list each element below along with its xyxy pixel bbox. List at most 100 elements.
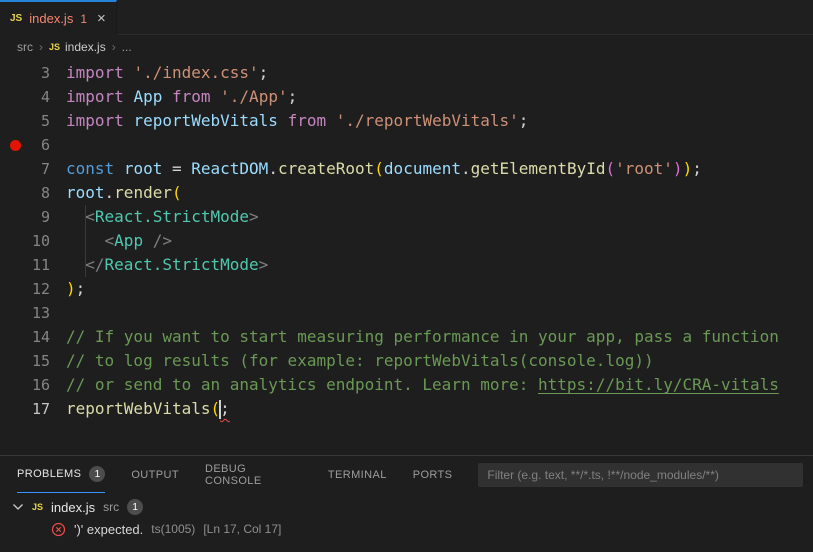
problem-source: ts(1005) (151, 522, 195, 536)
code-line-text: import './index.css'; (50, 61, 268, 85)
breakpoint-icon[interactable] (10, 140, 21, 151)
code-line: 13 (0, 301, 813, 325)
code-editor[interactable]: 2import ReactDOM from 'react-dom/client'… (0, 58, 813, 455)
code-token (143, 231, 153, 250)
line-number[interactable]: 11 (0, 253, 50, 277)
code-token: import (66, 87, 124, 106)
breadcrumb-item-src[interactable]: src (17, 40, 33, 54)
breadcrumb-file-label: index.js (65, 40, 106, 54)
code-token (162, 87, 172, 106)
line-number[interactable]: 6 (0, 133, 50, 157)
line-number[interactable]: 12 (0, 277, 50, 301)
line-number[interactable]: 16 (0, 373, 50, 397)
code-line-text: root.render( (50, 181, 182, 205)
code-line: 16// or send to an analytics endpoint. L… (0, 373, 813, 397)
line-number[interactable]: 3 (0, 61, 50, 85)
problems-file-path: src (103, 500, 119, 514)
problems-count-badge: 1 (89, 466, 105, 482)
code-token: root (124, 159, 163, 178)
line-number[interactable]: 15 (0, 349, 50, 373)
line-number[interactable]: 5 (0, 109, 50, 133)
code-line-text: // or send to an analytics endpoint. Lea… (50, 373, 779, 397)
code-token: ; (692, 159, 702, 178)
panel-tab-debug-console[interactable]: DEBUG CONSOLE (205, 456, 302, 493)
chevron-right-icon: › (112, 40, 116, 54)
code-token: // If you want to start measuring perfor… (66, 327, 779, 346)
code-token: ; (76, 279, 86, 298)
code-line-text: <App /> (50, 229, 172, 253)
line-number[interactable]: 7 (0, 157, 50, 181)
line-number[interactable]: 8 (0, 181, 50, 205)
tab-error-count-badge: 1 (80, 12, 87, 26)
code-token (114, 159, 124, 178)
code-token: < (105, 231, 115, 250)
javascript-icon: JS (49, 42, 60, 52)
chevron-down-icon[interactable] (12, 502, 24, 512)
panel-tab-ports[interactable]: PORTS (413, 456, 453, 493)
indent-guide (85, 229, 86, 253)
problems-filter-input[interactable] (478, 463, 803, 487)
code-line-text (50, 133, 66, 157)
code-token (124, 63, 134, 82)
indent-guide (85, 205, 86, 229)
code-token: . (268, 159, 278, 178)
line-number[interactable]: 13 (0, 301, 50, 325)
code-line: 17reportWebVitals(; (0, 397, 813, 421)
error-icon (51, 522, 66, 537)
code-token: > (259, 255, 269, 274)
code-token: React.StrictMode (95, 207, 249, 226)
panel-tab-label: TERMINAL (328, 469, 387, 481)
code-token: './index.css' (133, 63, 258, 82)
problems-file-row[interactable]: JSindex.jssrc1 (0, 496, 813, 518)
code-token: './reportWebVitals' (336, 111, 519, 130)
editor-content: 2import ReactDOM from 'react-dom/client'… (0, 58, 813, 421)
code-token: /> (153, 231, 172, 250)
code-token: > (249, 207, 259, 226)
panel-tab-output[interactable]: OUTPUT (131, 456, 179, 493)
line-number[interactable]: 4 (0, 85, 50, 109)
javascript-icon: JS (32, 502, 43, 512)
line-number[interactable]: 14 (0, 325, 50, 349)
problem-location: [Ln 17, Col 17] (203, 522, 281, 536)
panel-tab-label: PORTS (413, 469, 453, 481)
code-token: React.StrictMode (105, 255, 259, 274)
panel-tab-terminal[interactable]: TERMINAL (328, 456, 387, 493)
code-token: ; (259, 63, 269, 82)
code-token: reportWebVitals (133, 111, 278, 130)
code-line-text: const root = ReactDOM.createRoot(documen… (50, 157, 702, 181)
breadcrumb-item-file[interactable]: JS index.js (49, 40, 106, 54)
code-token: document (384, 159, 461, 178)
line-number[interactable]: 9 (0, 205, 50, 229)
code-token: from (288, 111, 327, 130)
code-token: ( (605, 159, 615, 178)
problem-item-row[interactable]: ')' expected.ts(1005)[Ln 17, Col 17] (0, 518, 813, 540)
code-token: from (172, 87, 211, 106)
javascript-icon: JS (10, 13, 22, 24)
code-token: ) (673, 159, 683, 178)
code-token: 'root' (615, 159, 673, 178)
line-number[interactable]: 17 (0, 397, 50, 421)
code-line-text: // to log results (for example: reportWe… (50, 349, 654, 373)
close-tab-icon[interactable]: × (97, 11, 106, 26)
code-token: ; (519, 111, 529, 130)
code-token: ( (172, 183, 182, 202)
code-line: 15// to log results (for example: report… (0, 349, 813, 373)
code-token (124, 111, 134, 130)
panel-tab-problems[interactable]: PROBLEMS1 (17, 456, 105, 493)
code-token: const (66, 159, 114, 178)
code-token: . (105, 183, 115, 202)
code-token: import (66, 111, 124, 130)
code-token: App (133, 87, 162, 106)
code-line: 4import App from './App'; (0, 85, 813, 109)
code-line: 14 // If you want to start measuring perf… (0, 325, 813, 349)
code-token (66, 207, 85, 226)
code-line: 3import './index.css'; (0, 61, 813, 85)
tab-index-js[interactable]: JSindex.js1× (0, 0, 117, 35)
problems-file-name: index.js (51, 500, 95, 515)
code-line: 10 <App /> (0, 229, 813, 253)
code-token (211, 87, 221, 106)
breadcrumb-item-more[interactable]: ... (122, 40, 132, 54)
code-token: https://bit.ly/CRA-vitals (538, 375, 779, 394)
code-token (326, 111, 336, 130)
line-number[interactable]: 10 (0, 229, 50, 253)
